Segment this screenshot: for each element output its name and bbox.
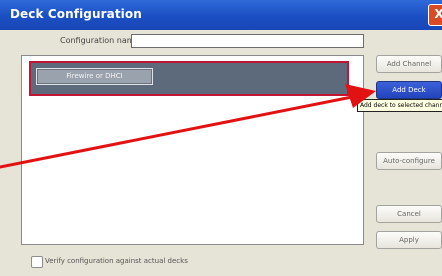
deck-configuration-dialog: Deck Configuration X Configuration name:…: [0, 0, 442, 276]
annotation-arrow-icon: [0, 84, 376, 169]
